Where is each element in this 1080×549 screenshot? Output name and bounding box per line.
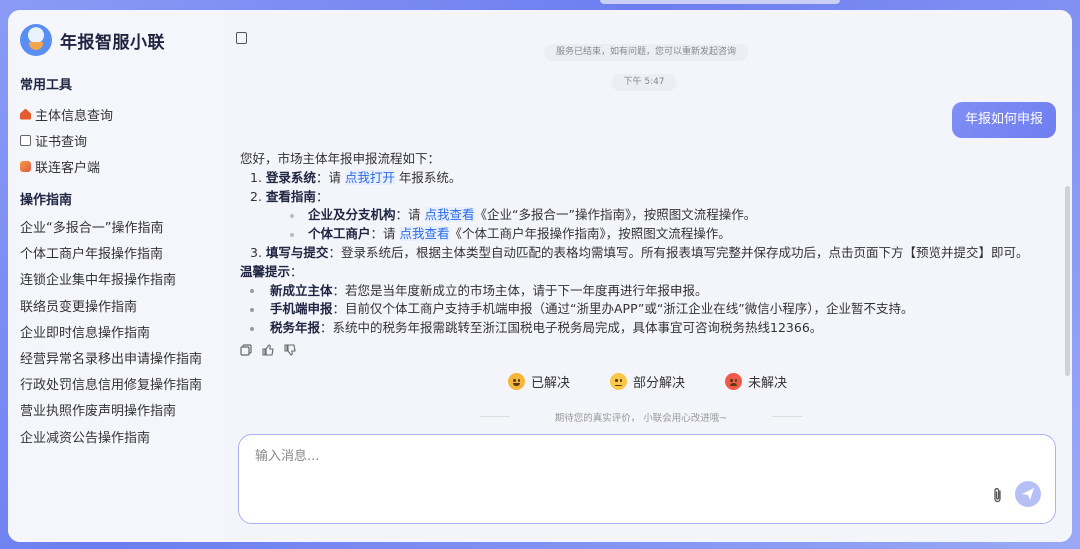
sidebar-guide-item[interactable]: 连锁企业集中年报操作指南	[20, 268, 212, 294]
rating-hint: 期待您的真实评价， 小联会用心改进哦~	[480, 410, 802, 424]
view-individual-guide-link[interactable]: 点我查看	[399, 226, 450, 242]
step-text: ：	[315, 188, 329, 204]
sidebar-guide-item[interactable]: 经营异常名录移出申请操作指南	[20, 347, 212, 373]
sidebar-item-certificate-query[interactable]: 证书查询	[20, 127, 212, 153]
neutral-face-icon	[610, 373, 628, 390]
certificate-icon	[20, 134, 31, 146]
app-window: 年报智服小联 常用工具 主体信息查询 证书查询 联连客户端 操作指南 企业“多报…	[8, 10, 1072, 542]
sidebar-guide-item[interactable]: 企业即时信息操作指南	[20, 321, 212, 347]
sidebar-guide-item[interactable]: 企业减资公告操作指南	[20, 426, 212, 452]
sidebar-item-label: 证书查询	[35, 134, 88, 150]
sidebar-guide-item[interactable]: 企业“多报合一”操作指南	[20, 216, 212, 242]
substep-text: ：请	[370, 226, 400, 242]
answer-step-3: 3. 填写与提交：登录系统后，根据主体类型自动匹配的表格均需填写。所有报表填写完…	[240, 244, 1050, 263]
angry-face-icon	[725, 373, 743, 390]
home-icon	[20, 108, 31, 120]
step-text: ：请	[315, 169, 345, 185]
bot-answer: 您好，市场主体年报申报流程如下： 1. 登录系统：请 点我打开 年报系统。 2.…	[240, 150, 1050, 338]
unresolved-label: 未解决	[748, 376, 788, 391]
send-icon	[1022, 488, 1034, 500]
partial-label: 部分解决	[633, 376, 686, 391]
tips-colon: ：	[290, 263, 303, 279]
answer-substep-2: 个体工商户：请 点我查看《个体工商户年报操作指南》，按照图文流程操作。	[240, 225, 1050, 244]
step-title: 登录系统	[265, 169, 316, 185]
thumbs-down-icon[interactable]	[284, 344, 296, 356]
tip-title: 手机端申报	[270, 301, 333, 317]
message-actions	[240, 344, 296, 356]
tips-title: 温馨提示	[240, 263, 291, 279]
copy-icon[interactable]	[240, 344, 252, 356]
copy-icon[interactable]	[236, 32, 247, 44]
step-title: 查看指南	[265, 188, 316, 204]
tip-item-3: 税务年报：系统中的税务年报需跳转至浙江国税电子税务局完成，具体事宜可咨询税务热线…	[240, 319, 1050, 338]
substep-text: ：请	[395, 207, 425, 223]
open-system-link[interactable]: 点我打开	[344, 169, 395, 185]
answer-substep-1: 企业及分支机构：请 点我查看《企业“多报合一”操作指南》，按照图文流程操作。	[240, 206, 1050, 225]
sidebar-guide-item[interactable]: 营业执照作废声明操作指南	[20, 399, 212, 425]
answer-step-1: 1. 登录系统：请 点我打开 年报系统。	[240, 169, 1050, 188]
paperclip-icon[interactable]	[991, 487, 1005, 505]
tip-item-2: 手机端申报：目前仅个体工商户支持手机端申报（通过“浙里办APP”或“浙江企业在线…	[240, 300, 1050, 319]
step-text: ：登录系统后，根据主体类型自动匹配的表格均需填写。所有报表填写完整并保存成功后，…	[328, 244, 1029, 260]
sidebar-guide-item[interactable]: 个体工商户年报操作指南	[20, 242, 212, 268]
tip-text: ：若您是当年度新成立的市场主体，请于下一年度再进行年报申报。	[332, 282, 708, 298]
brand: 年报智服小联	[20, 24, 212, 56]
answer-step-2: 2. 查看指南：	[240, 188, 1050, 207]
happy-face-icon	[508, 373, 525, 390]
tip-title: 新成立主体	[270, 282, 333, 298]
sidebar-guide-item[interactable]: 联络员变更操作指南	[20, 295, 212, 321]
tip-text: ：系统中的税务年报需跳转至浙江国税电子税务局完成，具体事宜可咨询税务热线1236…	[320, 320, 823, 336]
substep-title: 个体工商户	[308, 226, 371, 242]
bullet-icon	[250, 289, 254, 294]
app-title: 年报智服小联	[60, 32, 165, 53]
view-enterprise-guide-link[interactable]: 点我查看	[424, 207, 475, 223]
robot-avatar-icon	[20, 24, 52, 56]
unresolved-button[interactable]: 未解决	[725, 372, 787, 391]
thumbs-up-icon[interactable]	[262, 344, 274, 356]
substep-text: 《企业“多报合一”操作指南》，按照图文流程操作。	[474, 207, 757, 223]
sidebar-item-label: 联连客户端	[35, 160, 101, 176]
chat-history[interactable]: 服务已结束，如有问题，您可以重新发起咨询 下午 5:47 年报如何申报 您好，市…	[224, 10, 1072, 432]
chat-main: 服务已结束，如有问题，您可以重新发起咨询 下午 5:47 年报如何申报 您好，市…	[224, 10, 1072, 542]
step-title: 填写与提交	[265, 244, 329, 260]
feedback-options: 已解决 部分解决 未解决	[508, 372, 787, 391]
step-number: 2.	[250, 188, 262, 204]
resolved-button[interactable]: 已解决	[508, 372, 570, 391]
top-window-edge	[600, 0, 840, 4]
bullet-icon	[290, 232, 294, 237]
bullet-icon	[250, 326, 254, 331]
substep-title: 企业及分支机构	[308, 207, 396, 223]
message-composer	[238, 434, 1056, 524]
system-note: 服务已结束，如有问题，您可以重新发起咨询	[544, 44, 748, 61]
answer-intro: 您好，市场主体年报申报流程如下：	[240, 151, 441, 166]
sidebar-item-client[interactable]: 联连客户端	[20, 153, 212, 179]
substep-text: 《个体工商户年报操作指南》，按照图文流程操作。	[449, 226, 731, 242]
bullet-icon	[250, 307, 254, 312]
scrollbar[interactable]	[1065, 186, 1070, 376]
guides-section-title: 操作指南	[20, 193, 73, 208]
send-button[interactable]	[1015, 481, 1041, 507]
message-input[interactable]	[255, 449, 955, 464]
message-time: 下午 5:47	[611, 74, 677, 91]
bullet-icon	[290, 213, 294, 218]
step-number: 3.	[250, 244, 262, 260]
tip-item-1: 新成立主体：若您是当年度新成立的市场主体，请于下一年度再进行年报申报。	[240, 282, 1050, 301]
tip-text: ：目前仅个体工商户支持手机端申报（通过“浙里办APP”或“浙江企业在线”微信小程…	[332, 301, 914, 317]
sidebar-guide-item[interactable]: 行政处罚信息信用修复操作指南	[20, 373, 212, 399]
sidebar: 年报智服小联 常用工具 主体信息查询 证书查询 联连客户端 操作指南 企业“多报…	[8, 10, 224, 542]
resolved-label: 已解决	[531, 376, 571, 391]
step-number: 1.	[250, 169, 262, 185]
user-message-bubble: 年报如何申报	[951, 102, 1056, 138]
sidebar-item-label: 主体信息查询	[35, 108, 114, 124]
tips-heading: 温馨提示：	[240, 263, 1050, 282]
app-icon	[20, 160, 31, 172]
tip-title: 税务年报	[270, 320, 321, 336]
tools-section-title: 常用工具	[20, 78, 73, 93]
sidebar-item-entity-query[interactable]: 主体信息查询	[20, 101, 212, 127]
step-text: 年报系统。	[394, 169, 462, 185]
partial-resolved-button[interactable]: 部分解决	[610, 372, 685, 391]
